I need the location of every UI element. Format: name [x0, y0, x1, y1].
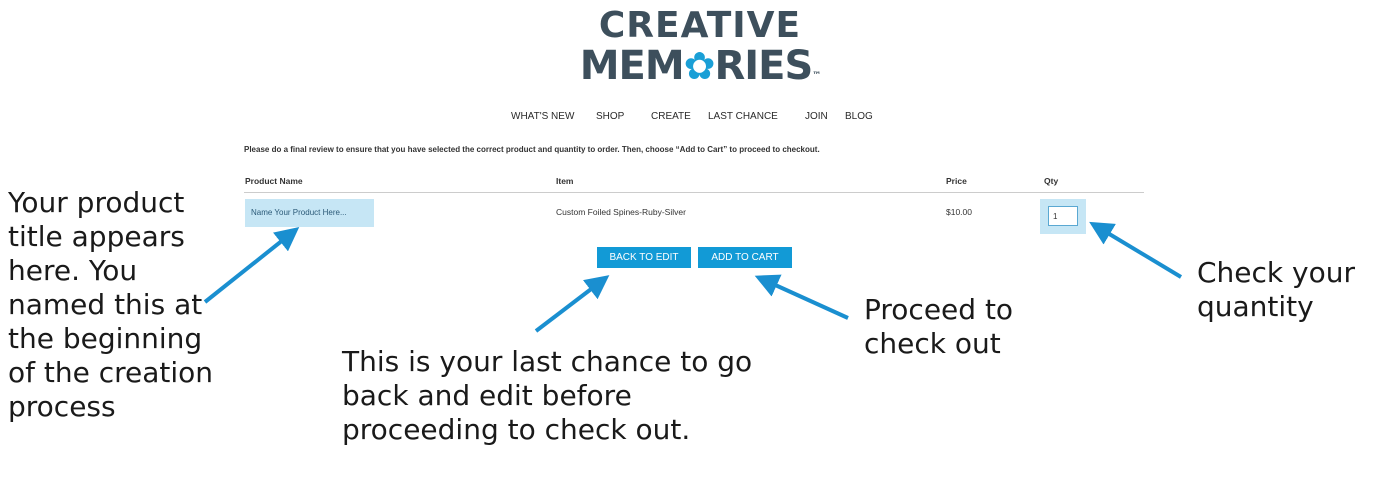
main-nav: WHAT'S NEW SHOP CREATE LAST CHANCE JOIN … — [0, 111, 1392, 127]
nav-item-create[interactable]: CREATE — [651, 111, 691, 122]
qty-cell: 1 — [1040, 199, 1086, 234]
nav-item-whats-new[interactable]: WHAT'S NEW — [511, 111, 574, 122]
item-cell: Custom Foiled Spines-Ruby-Silver — [556, 207, 686, 217]
trademark-symbol: ™ — [812, 71, 821, 81]
logo-text-ries: RIES — [714, 43, 813, 89]
annotation-product-title: Your product title appears here. You nam… — [8, 186, 214, 423]
flower-icon: ✿ — [683, 44, 716, 88]
quantity-input[interactable]: 1 — [1048, 206, 1078, 226]
review-instructions: Please do a final review to ensure that … — [244, 145, 820, 154]
add-to-cart-button[interactable]: ADD TO CART — [698, 247, 792, 268]
arrow-to-back-to-edit — [534, 275, 610, 333]
arrow-to-add-to-cart — [754, 274, 849, 320]
nav-item-blog[interactable]: BLOG — [845, 111, 873, 122]
header-price: Price — [946, 176, 967, 186]
arrow-to-qty — [1089, 221, 1183, 279]
nav-item-shop[interactable]: SHOP — [596, 111, 624, 122]
logo-line-2: MEM✿RIES™ — [560, 44, 840, 88]
header-qty: Qty — [1044, 176, 1059, 186]
nav-item-join[interactable]: JOIN — [805, 111, 828, 122]
annotation-quantity: Check your quantity — [1197, 256, 1355, 323]
logo-text-mem: MEM — [579, 43, 685, 89]
annotation-proceed: Proceed to check out — [864, 293, 1014, 360]
nav-item-last-chance[interactable]: LAST CHANCE — [708, 111, 778, 122]
header-product-name: Product Name — [245, 176, 303, 186]
logo-line-1: CREATIVE — [598, 5, 802, 46]
product-name-cell: Name Your Product Here... — [245, 199, 374, 227]
creative-memories-logo[interactable]: CREATIVE MEM✿RIES™ — [560, 5, 840, 89]
price-cell: $10.00 — [946, 207, 972, 217]
annotation-last-chance: This is your last chance to go back and … — [342, 345, 753, 446]
table-divider — [244, 192, 1144, 193]
header-item: Item — [556, 176, 574, 186]
back-to-edit-button[interactable]: BACK TO EDIT — [597, 247, 691, 268]
